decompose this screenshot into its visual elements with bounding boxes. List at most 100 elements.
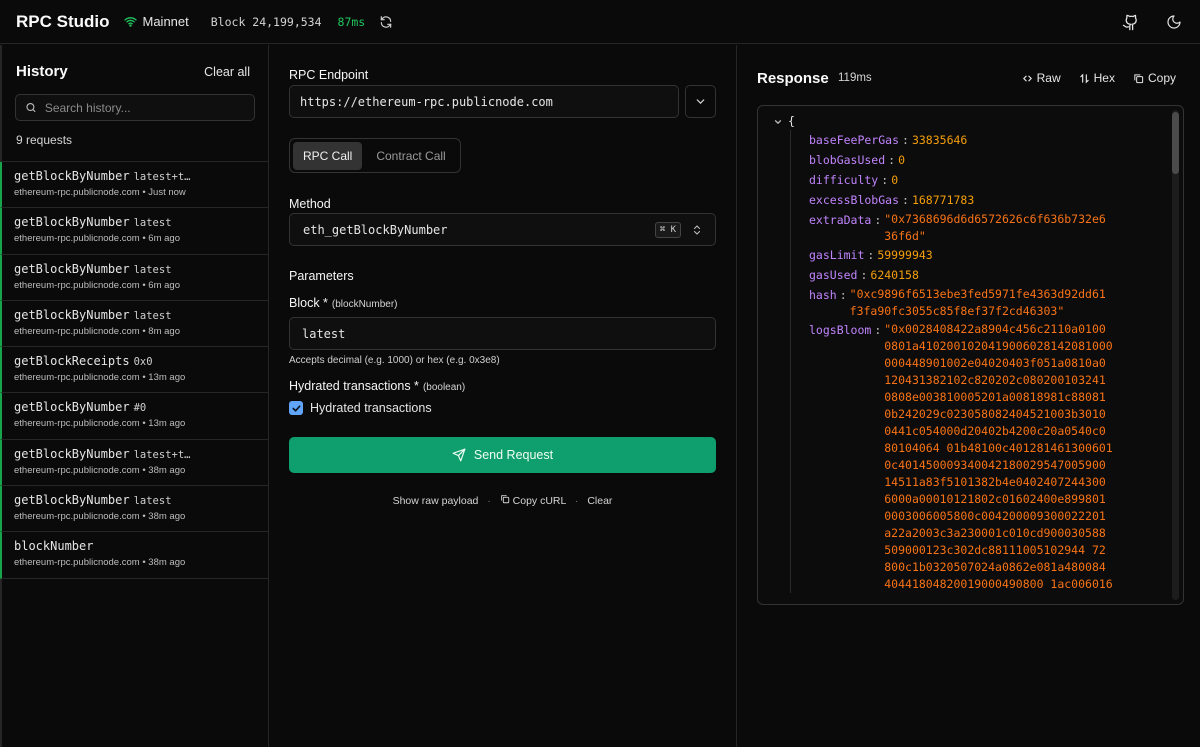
call-type-tabs: RPC Call Contract Call bbox=[289, 138, 461, 173]
scrollbar-thumb[interactable] bbox=[1172, 112, 1179, 174]
send-request-button[interactable]: Send Request bbox=[289, 437, 716, 473]
history-time: 6m ago bbox=[148, 233, 180, 245]
json-key: baseFeePerGas bbox=[809, 133, 900, 147]
history-params: latest+t… bbox=[133, 448, 191, 461]
json-value: 0 bbox=[898, 153, 906, 167]
json-colon: : bbox=[860, 268, 868, 282]
hydrated-checkbox[interactable] bbox=[289, 401, 303, 415]
history-item[interactable]: getBlockByNumber latest ethereum-rpc.publ… bbox=[0, 300, 268, 348]
refresh-icon[interactable] bbox=[379, 15, 393, 29]
history-item[interactable]: getBlockByNumber latest+t… ethereum-rpc.p… bbox=[0, 439, 268, 487]
show-raw-payload-link[interactable]: Show raw payload bbox=[393, 495, 479, 507]
history-host: ethereum-rpc.publicnode.com bbox=[14, 279, 140, 291]
history-method: getBlockByNumber bbox=[14, 400, 130, 415]
json-field-row: excessBlobGas:168771783 bbox=[809, 190, 1113, 210]
json-key: extraData bbox=[809, 213, 872, 227]
latency-badge: 87ms bbox=[337, 14, 366, 29]
history-host: ethereum-rpc.publicnode.com bbox=[14, 511, 140, 523]
json-colon: : bbox=[874, 323, 882, 337]
history-params: 0x0 bbox=[133, 356, 153, 369]
tab-contract-call[interactable]: Contract Call bbox=[366, 142, 455, 170]
block-number: Block 24,199,534 bbox=[210, 14, 322, 29]
hydrated-checkbox-row[interactable]: Hydrated transactions bbox=[289, 401, 432, 415]
shortcut-badge: ⌘ K bbox=[654, 222, 681, 238]
copy-curl-button[interactable]: Copy cURL bbox=[500, 495, 569, 507]
history-host: ethereum-rpc.publicnode.com bbox=[14, 325, 140, 337]
json-key: difficulty bbox=[809, 173, 879, 187]
moon-icon[interactable] bbox=[1164, 12, 1184, 32]
clear-button[interactable]: Clear bbox=[587, 495, 612, 507]
tab-rpc-call[interactable]: RPC Call bbox=[293, 141, 363, 170]
response-time: 119ms bbox=[838, 72, 872, 84]
chevron-down-icon bbox=[696, 99, 705, 104]
scrollbar-track[interactable] bbox=[1172, 110, 1179, 600]
github-icon[interactable] bbox=[1120, 12, 1140, 32]
json-colon: : bbox=[888, 153, 896, 167]
history-search[interactable] bbox=[15, 94, 255, 121]
endpoint-input[interactable]: https://ethereum-rpc.publicnode.com bbox=[289, 85, 679, 118]
arrows-up-down-icon bbox=[1079, 72, 1089, 84]
history-time: 38m ago bbox=[148, 464, 186, 476]
search-input[interactable] bbox=[44, 100, 245, 115]
history-host: ethereum-rpc.publicnode.com bbox=[14, 233, 140, 245]
history-time: 13m ago bbox=[148, 418, 186, 430]
json-value: 59999943 bbox=[877, 248, 933, 262]
method-select[interactable]: eth_getBlockByNumber ⌘ K bbox=[289, 213, 716, 246]
json-colon: : bbox=[874, 213, 882, 227]
history-item[interactable]: getBlockReceipts 0x0 ethereum-rpc.publicn… bbox=[0, 347, 268, 394]
app-title: RPC Studio bbox=[16, 11, 110, 31]
endpoint-dropdown-button[interactable] bbox=[685, 85, 716, 118]
history-time: 6m ago bbox=[148, 279, 180, 291]
request-count: 9 requests bbox=[16, 133, 73, 147]
json-colon: : bbox=[839, 288, 847, 302]
response-viewer[interactable]: { baseFeePerGas:33835646 blobGasUsed:0 dif… bbox=[757, 105, 1184, 605]
send-icon bbox=[452, 448, 466, 462]
wifi-icon bbox=[123, 17, 137, 27]
json-field-row: blobGasUsed:0 bbox=[809, 150, 1113, 170]
history-host: ethereum-rpc.publicnode.com bbox=[14, 418, 140, 430]
block-input[interactable]: latest bbox=[289, 317, 716, 350]
history-params: latest bbox=[133, 309, 172, 322]
json-key: gasLimit bbox=[809, 248, 865, 262]
raw-button[interactable]: Raw bbox=[1022, 71, 1061, 85]
history-time: Just now bbox=[148, 187, 186, 198]
block-param-hint: (blockNumber) bbox=[331, 299, 398, 310]
history-method: getBlockByNumber bbox=[14, 215, 130, 230]
history-item[interactable]: getBlockByNumber latest ethereum-rpc.publ… bbox=[0, 486, 268, 533]
check-icon bbox=[291, 404, 301, 412]
history-time: 38m ago bbox=[148, 557, 186, 569]
json-open-brace: { bbox=[788, 114, 795, 128]
hydrated-param-hint: (boolean) bbox=[422, 382, 466, 393]
history-host: ethereum-rpc.publicnode.com bbox=[14, 464, 140, 476]
parameters-heading: Parameters bbox=[289, 269, 354, 283]
clear-all-button[interactable]: Clear all bbox=[204, 65, 250, 79]
copy-icon bbox=[1134, 73, 1144, 83]
json-value: 0 bbox=[891, 173, 899, 187]
history-item[interactable]: getBlockByNumber latest ethereum-rpc.publ… bbox=[0, 254, 268, 301]
top-bar: RPC Studio Mainnet Block 24,199,534 87ms bbox=[0, 0, 1200, 44]
network-name: Mainnet bbox=[142, 14, 189, 29]
history-host: ethereum-rpc.publicnode.com bbox=[14, 187, 140, 198]
json-field-row: extraData: "0x7368696d6d6572626c6f636b732… bbox=[809, 210, 1113, 245]
json-key: hash bbox=[809, 288, 837, 302]
history-method: getBlockByNumber bbox=[14, 261, 130, 276]
collapse-chevron-icon[interactable] bbox=[773, 117, 783, 127]
history-item[interactable]: getBlockByNumber latest ethereum-rpc.publ… bbox=[0, 208, 268, 255]
json-colon: : bbox=[902, 133, 909, 147]
history-params: latest+t… bbox=[133, 171, 191, 183]
hex-button[interactable]: Hex bbox=[1079, 71, 1115, 85]
history-host: ethereum-rpc.publicnode.com bbox=[14, 372, 140, 384]
copy-response-button[interactable]: Copy bbox=[1133, 71, 1176, 85]
history-item[interactable]: blockNumber ethereum-rpc.publicnode.com … bbox=[0, 532, 268, 579]
history-method: getBlockReceipts bbox=[14, 354, 130, 369]
request-actions: Show raw payload · Copy cURL · Clear bbox=[392, 495, 613, 507]
json-key: gasUsed bbox=[809, 268, 858, 282]
json-key: logsBloom bbox=[809, 323, 872, 337]
code-icon bbox=[1022, 75, 1032, 81]
history-item[interactable]: getBlockByNumber latest+t… ethereum-rpc.p… bbox=[0, 162, 268, 209]
json-field-row: logsBloom: "0x0028408422a8904c456c2110a01… bbox=[809, 320, 1113, 593]
history-params: latest bbox=[133, 263, 172, 276]
copy-icon bbox=[500, 495, 509, 504]
network-selector[interactable]: Mainnet bbox=[123, 14, 189, 29]
history-item[interactable]: getBlockByNumber #0 ethereum-rpc.publicno… bbox=[0, 393, 268, 440]
